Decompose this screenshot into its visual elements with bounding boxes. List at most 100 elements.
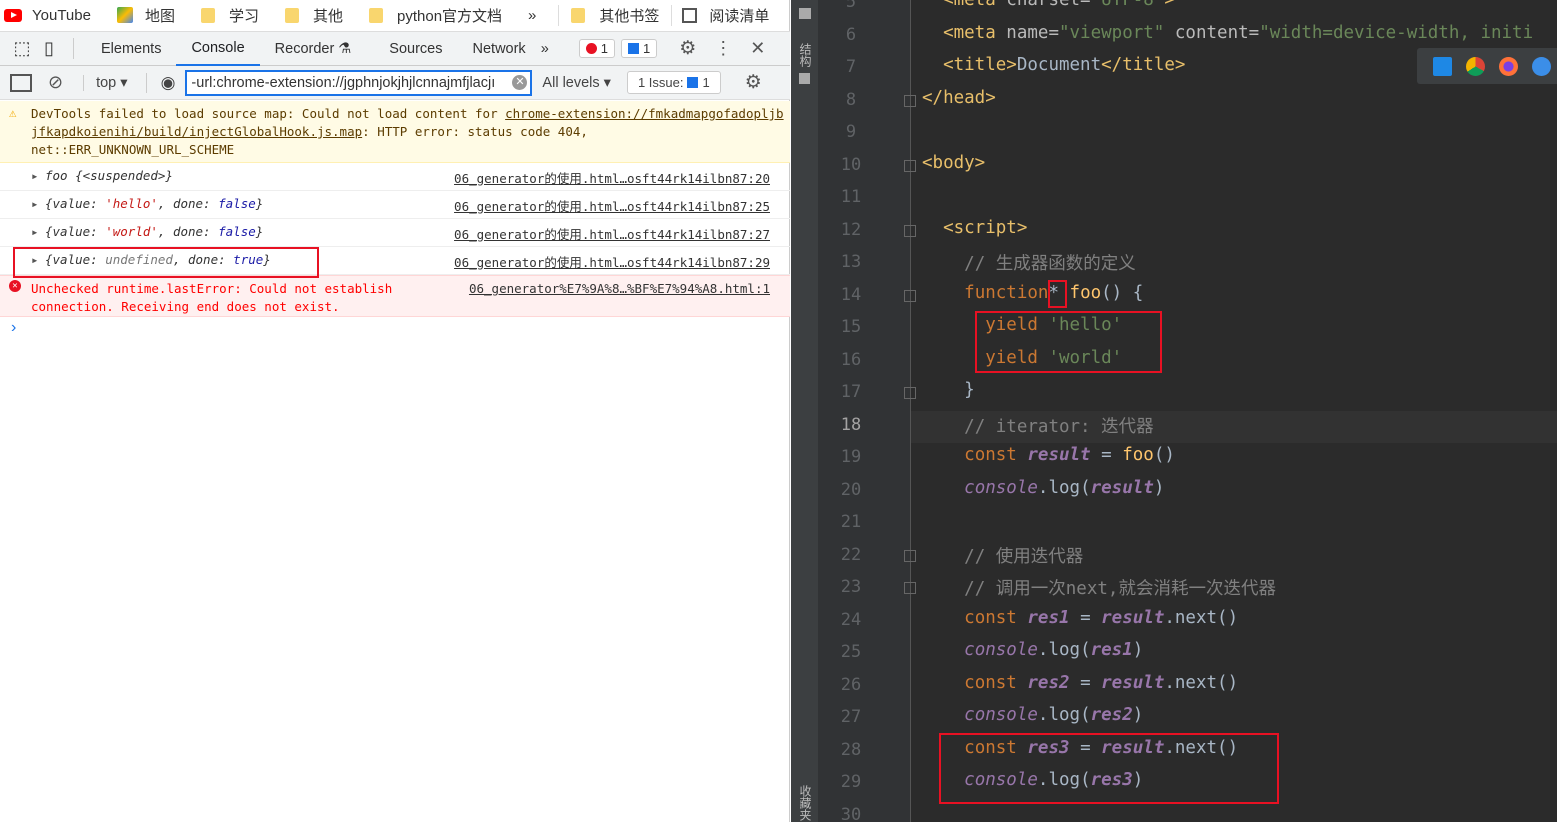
tab-elements[interactable]: Elements [86,32,176,66]
fold-marker-icon[interactable] [904,159,916,172]
code-line[interactable]: const result = foo() [922,445,1175,465]
bookmark-other[interactable]: 其他书签 [558,4,659,26]
error-count-badge[interactable]: 1 [578,39,615,58]
tab-console[interactable]: Console [176,32,260,66]
console-settings-icon[interactable]: ⚙ [745,71,762,94]
code-line[interactable]: console.log(result) [922,478,1164,498]
console-log-row[interactable]: ▸ foo {<suspended>} 06_generator的使用.html…… [0,163,790,191]
source-link[interactable]: 06_generator的使用.html…osft44rk14ilbn87:29 [454,252,770,271]
folder-icon [200,7,215,23]
bookmark-folder[interactable]: 其他 [284,5,343,26]
reading-list[interactable]: 阅读清单 [671,4,769,26]
source-link[interactable]: 06_generator的使用.html…osft44rk14ilbn87:25 [454,196,770,215]
line-number: 30 [840,804,862,822]
console-prompt[interactable]: › [11,319,16,337]
code-line[interactable]: <meta name="viewport" content="width=dev… [922,23,1533,43]
code-token: <meta [943,22,1007,43]
code-line[interactable]: // 使用迭代器 [922,543,1083,568]
bookmark-maps[interactable]: 地图 [116,5,175,26]
line-number: 17 [840,382,862,402]
code-token: // 调用一次next,就会消耗一次迭代器 [964,579,1276,599]
clear-filter-icon[interactable]: ✕ [512,74,528,90]
fold-marker-icon[interactable] [904,94,916,107]
error-message: ✕ Unchecked runtime.lastError: Could not… [0,275,790,317]
sidebar-toggle-icon[interactable] [10,73,32,92]
error-source-link[interactable]: 06_generator%E7%9A%8…%BF%E7%94%A8.html:1 [469,280,770,298]
bookmarks-more-button[interactable]: » [528,7,536,24]
log-levels-dropdown[interactable]: All levels ▾ [542,75,611,91]
firefox-icon[interactable] [1499,56,1518,76]
error-icon [585,43,597,54]
code-token: result [1090,477,1154,498]
fold-marker-icon[interactable] [904,289,916,302]
code-line[interactable]: // iterator: 迭代器 [922,413,1153,438]
chrome-icon[interactable] [1466,56,1485,76]
code-token: res2 [1090,705,1133,725]
tab-network[interactable]: Network [458,32,541,66]
fold-marker-icon[interactable] [904,224,916,237]
eye-icon[interactable]: ◉ [145,72,175,93]
fold-marker-icon[interactable] [904,387,916,399]
more-options-icon[interactable]: ⋮ [714,38,732,59]
code-line[interactable]: const res2 = result.next() [922,673,1238,693]
expand-triangle-icon[interactable]: ▸ [31,168,39,183]
webstorm-icon[interactable] [1433,56,1452,76]
issues-button[interactable]: 1 Issue: 1 [626,71,721,94]
structure-tab[interactable]: 结构 [797,43,814,67]
log-token: , done: [157,224,219,239]
code-line[interactable]: <script> [922,218,1027,238]
message-icon [628,43,639,54]
code-token: ) [1132,705,1144,725]
fold-marker-icon[interactable] [904,582,916,594]
fold-marker-icon[interactable] [904,549,916,562]
code-token: // 使用迭代器 [964,546,1084,567]
folder-icon [369,7,383,23]
favorites-tab[interactable]: 收藏夹 [797,785,814,821]
code-line[interactable]: <title>Document</title> [922,55,1185,75]
code-line[interactable]: // 生成器函数的定义 [922,250,1136,275]
code-line[interactable]: console.log(res2) [922,705,1143,725]
tab-sources[interactable]: Sources [374,32,457,66]
bookmark-folder[interactable]: python官方文档 [369,5,502,26]
code-line[interactable]: <body> [922,153,985,173]
console-log-row[interactable]: ▸ {value: 'world', done: false} 06_genera… [0,219,790,247]
line-number: 13 [840,252,862,272]
expand-triangle-icon[interactable]: ▸ [31,196,39,211]
code-line[interactable]: </head> [922,88,996,108]
line-number: 16 [840,349,862,370]
inspect-element-icon[interactable]: ⬚ [0,38,44,59]
log-token: {value: [45,196,106,211]
code-line[interactable]: console.log(res1) [922,640,1143,660]
tab-recorder[interactable]: Recorder ⚗ [260,32,367,66]
context-selector[interactable]: top ▾ [83,74,128,91]
bookmark-youtube[interactable]: YouTube [4,7,91,24]
source-link[interactable]: 06_generator的使用.html…osft44rk14ilbn87:20 [454,168,770,187]
code-line[interactable]: } [922,380,975,400]
more-tabs-button[interactable]: » [541,41,549,57]
code-line[interactable]: function* foo() { [922,283,1143,303]
expand-triangle-icon[interactable]: ▸ [31,224,39,239]
code-line[interactable]: <meta charset="UTF-8"> [922,0,1175,10]
line-number: 20 [840,479,862,500]
device-toolbar-icon[interactable]: ▯ [44,38,74,59]
close-icon[interactable]: ✕ [750,38,765,59]
bookmark-folder[interactable]: 学习 [200,5,259,26]
project-folder-icon[interactable] [799,8,811,19]
clear-console-icon[interactable]: ⊘ [48,72,63,93]
code-token: > [1164,0,1175,10]
code-line[interactable]: const res1 = result.next() [922,608,1238,628]
settings-gear-icon[interactable]: ⚙ [679,37,696,60]
safari-icon[interactable] [1532,56,1551,76]
line-number: 24 [840,609,862,630]
source-link[interactable]: 06_generator的使用.html…osft44rk14ilbn87:27 [454,224,770,243]
message-count-badge[interactable]: 1 [621,39,658,58]
code-line[interactable]: // 调用一次next,就会消耗一次迭代器 [922,575,1276,600]
filter-input[interactable]: -url:chrome-extension://jgphnjokjhjlcnna… [185,69,533,96]
console-log-row[interactable]: ▸ {value: 'hello', done: false} 06_genera… [0,191,790,219]
